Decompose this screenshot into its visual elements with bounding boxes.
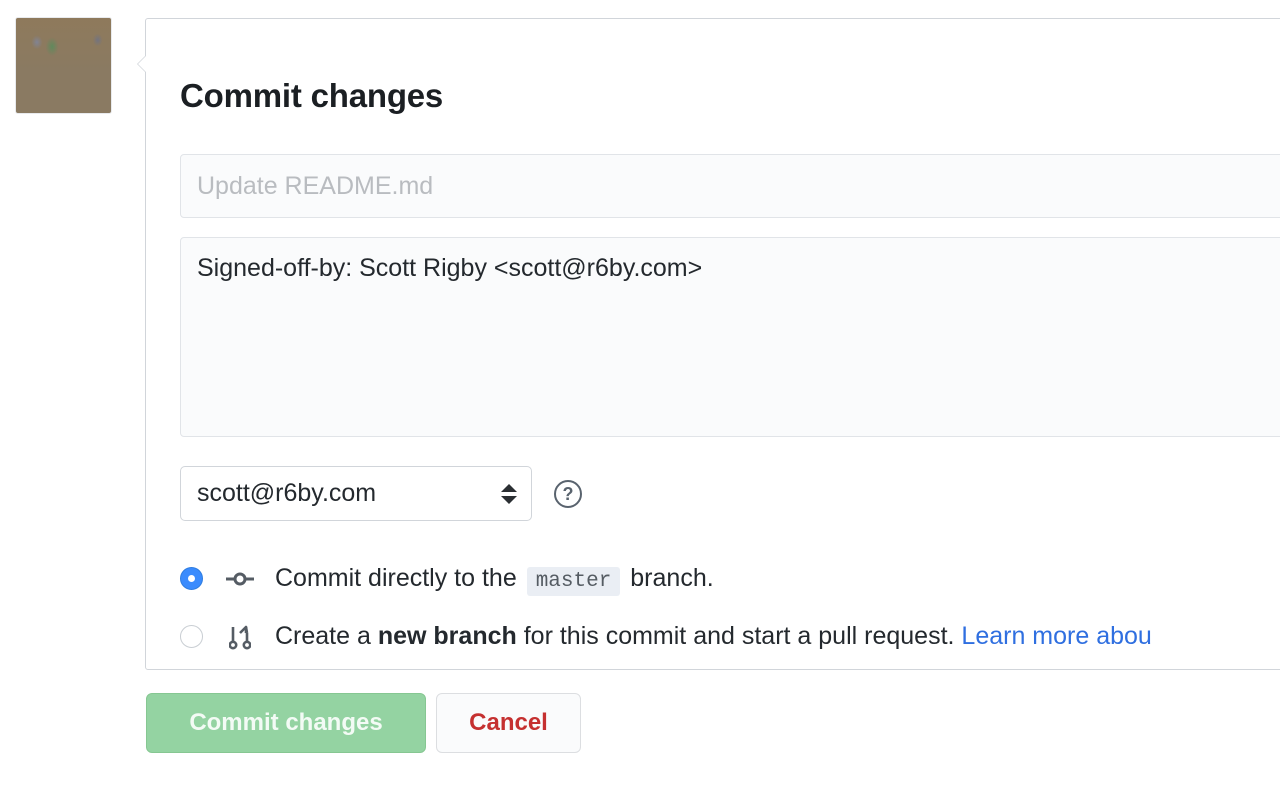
radio-commit-directly[interactable] (180, 567, 203, 590)
git-branch-icon (225, 624, 255, 650)
option-create-new-branch[interactable]: Create a new branch for this commit and … (180, 622, 1152, 651)
option-text-before: Commit directly to the (275, 564, 517, 592)
option-create-new-branch-label: Create a new branch for this commit and … (275, 622, 1152, 651)
commit-description-textarea[interactable] (180, 237, 1280, 437)
avatar-photo (16, 18, 111, 113)
radio-create-new-branch[interactable] (180, 625, 203, 648)
commit-changes-button[interactable]: Commit changes (146, 693, 426, 753)
learn-more-link[interactable]: Learn more abou (961, 622, 1151, 650)
commit-summary-input[interactable] (180, 154, 1280, 218)
option-commit-directly-label: Commit directly to the master branch. (275, 564, 714, 596)
email-select-row: scott@r6by.com ? (180, 466, 582, 521)
commit-email-value: scott@r6by.com (197, 479, 377, 507)
option-text-after: branch. (630, 564, 714, 592)
commit-changes-panel: Commit changes scott@r6by.com ? (137, 18, 1280, 670)
git-commit-icon (225, 571, 255, 587)
option-commit-directly[interactable]: Commit directly to the master branch. (180, 564, 714, 596)
panel-arrow (138, 55, 147, 73)
question-circle-icon[interactable]: ? (554, 479, 582, 508)
cancel-button[interactable]: Cancel (436, 693, 581, 753)
option-text-strong: new branch (377, 622, 517, 650)
branch-name-code: master (526, 567, 621, 596)
avatar (15, 17, 112, 114)
chevron-updown-icon (501, 483, 517, 504)
page-title: Commit changes (180, 77, 444, 114)
option-text-after: for this commit and start a pull request… (523, 622, 955, 650)
commit-changes-screen: Commit changes scott@r6by.com ? (0, 0, 1280, 800)
option-text-before: Create a (275, 622, 371, 650)
commit-email-select[interactable]: scott@r6by.com (180, 466, 532, 521)
